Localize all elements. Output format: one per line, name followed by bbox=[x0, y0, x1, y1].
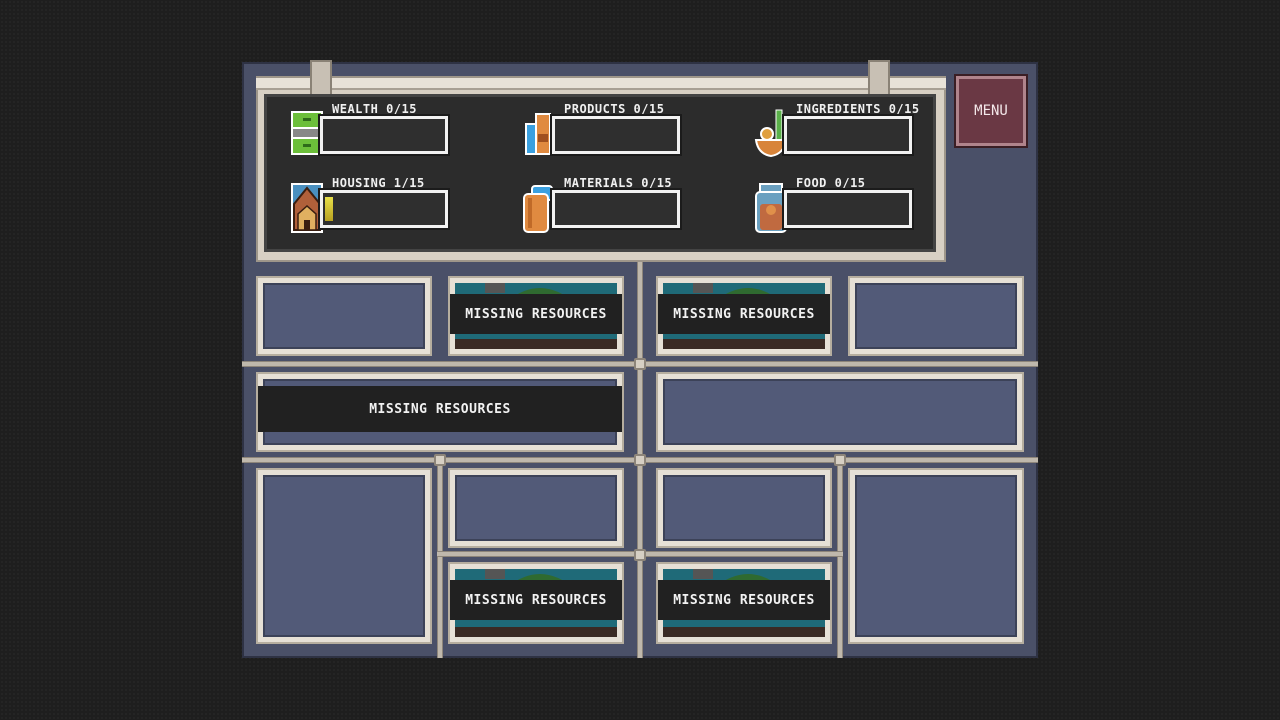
missing-resources-label: MISSING RESOURCES bbox=[658, 580, 830, 620]
resource-wealth: WEALTH 0/15 bbox=[290, 102, 460, 162]
locked-plot[interactable]: MISSING RESOURCES bbox=[656, 562, 832, 644]
locked-plot[interactable]: MISSING RESOURCES bbox=[656, 276, 832, 356]
grid-joint bbox=[834, 454, 846, 466]
product-icon bbox=[525, 113, 551, 155]
empty-large-plot[interactable] bbox=[256, 468, 432, 644]
grid-joint bbox=[634, 549, 646, 561]
cash-icon bbox=[291, 111, 323, 155]
locked-plot[interactable]: MISSING RESOURCES bbox=[448, 562, 624, 644]
grid-divider bbox=[437, 457, 443, 658]
grid-joint bbox=[634, 358, 646, 370]
grid-joint bbox=[634, 454, 646, 466]
resource-housing: HOUSING 1/15 bbox=[290, 176, 460, 236]
resource-food: FOOD 0/15 bbox=[754, 176, 924, 236]
resource-bar bbox=[318, 114, 450, 156]
missing-resources-label: MISSING RESOURCES bbox=[450, 294, 622, 334]
resource-bar bbox=[318, 188, 450, 230]
locked-wide-plot[interactable]: MISSING RESOURCES bbox=[256, 372, 624, 452]
locked-plot[interactable]: MISSING RESOURCES bbox=[448, 276, 624, 356]
empty-wide-plot[interactable] bbox=[656, 372, 1024, 452]
empty-plot[interactable] bbox=[448, 468, 624, 548]
missing-resources-label: MISSING RESOURCES bbox=[258, 386, 622, 432]
food-jar-icon bbox=[755, 183, 787, 233]
empty-large-plot[interactable] bbox=[848, 468, 1024, 644]
grid-joint bbox=[434, 454, 446, 466]
resource-products: PRODUCTS 0/15 bbox=[522, 102, 692, 162]
resource-label: FOOD 0/15 bbox=[796, 176, 866, 190]
empty-plot[interactable] bbox=[656, 468, 832, 548]
resource-label: INGREDIENTS 0/15 bbox=[796, 102, 920, 116]
empty-plot[interactable] bbox=[848, 276, 1024, 356]
house-icon bbox=[291, 183, 323, 233]
resource-label: MATERIALS 0/15 bbox=[564, 176, 673, 190]
resource-panel-rail bbox=[256, 78, 946, 90]
rail-bracket-left bbox=[310, 60, 332, 96]
resource-ingredients: INGREDIENTS 0/15 bbox=[754, 102, 924, 162]
resource-label: WEALTH 0/15 bbox=[332, 102, 417, 116]
resource-materials: MATERIALS 0/15 bbox=[522, 176, 692, 236]
resource-bar bbox=[782, 114, 914, 156]
resource-bar bbox=[550, 114, 682, 156]
rail-bracket-right bbox=[868, 60, 890, 96]
materials-icon bbox=[523, 185, 553, 233]
resource-label: PRODUCTS 0/15 bbox=[564, 102, 665, 116]
resource-bar-fill bbox=[325, 197, 333, 221]
resource-bar bbox=[550, 188, 682, 230]
resource-label: HOUSING 1/15 bbox=[332, 176, 425, 190]
menu-button[interactable]: MENU bbox=[954, 74, 1028, 148]
missing-resources-label: MISSING RESOURCES bbox=[450, 580, 622, 620]
ingredients-icon bbox=[754, 109, 788, 158]
resource-bar bbox=[782, 188, 914, 230]
missing-resources-label: MISSING RESOURCES bbox=[658, 294, 830, 334]
grid-divider bbox=[837, 457, 843, 658]
empty-plot[interactable] bbox=[256, 276, 432, 356]
